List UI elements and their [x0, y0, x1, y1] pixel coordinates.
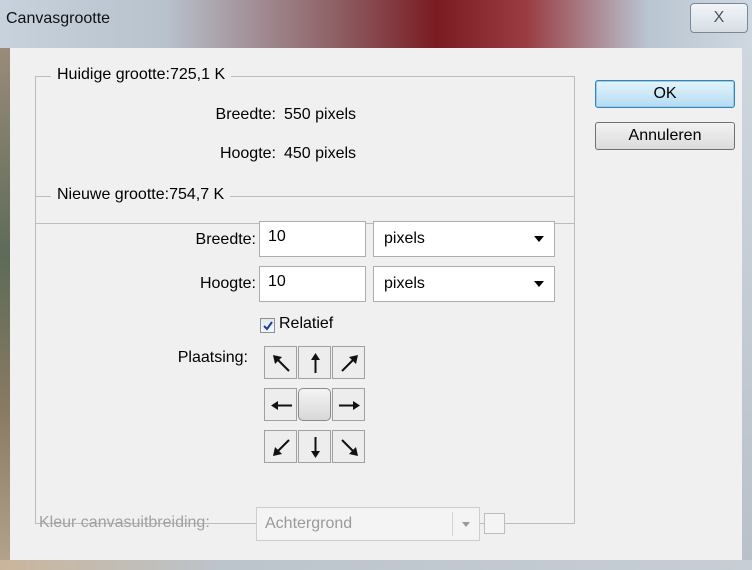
anchor-label: Plaatsing:	[177, 349, 248, 366]
window-frame-bottom	[0, 560, 752, 570]
arrow-down-left-icon	[273, 439, 290, 456]
window-frame-right	[742, 48, 752, 570]
new-width-input[interactable]: 10	[259, 221, 366, 257]
arrow-up-left-icon	[273, 355, 290, 372]
current-height-value: 450 pixels	[284, 145, 357, 162]
select-divider	[452, 512, 453, 536]
title-bar[interactable]: Canvasgrootte X	[0, 0, 752, 48]
ok-button[interactable]: OK	[595, 80, 735, 108]
arrow-down-right-icon	[341, 439, 358, 456]
cancel-button[interactable]: Annuleren	[595, 122, 735, 150]
arrow-left-icon	[271, 401, 292, 410]
new-height-input[interactable]: 10	[259, 266, 366, 302]
arrow-down-icon	[311, 437, 320, 458]
new-height-unit-value: pixels	[384, 275, 425, 292]
current-height-label: Hoogte:	[219, 145, 276, 162]
chevron-down-icon	[462, 522, 470, 527]
anchor-bottom[interactable]	[298, 430, 331, 463]
cancel-button-label: Annuleren	[628, 127, 702, 144]
chevron-down-icon	[534, 281, 544, 287]
anchor-right[interactable]	[332, 388, 365, 421]
current-width-label: Breedte:	[215, 106, 276, 123]
anchor-left[interactable]	[264, 388, 297, 421]
relative-checkbox[interactable]	[260, 318, 275, 333]
anchor-grid	[264, 346, 366, 464]
current-width-value: 550 pixels	[284, 106, 357, 123]
anchor-top-left[interactable]	[264, 346, 297, 379]
anchor-bottom-left[interactable]	[264, 430, 297, 463]
ok-button-label: OK	[653, 85, 677, 102]
close-button[interactable]: X	[690, 3, 748, 33]
extension-color-select[interactable]: Achtergrond	[256, 507, 480, 541]
dialog-body: Huidige grootte:725,1 K Breedte: 550 pix…	[10, 48, 742, 560]
new-height-unit-select[interactable]: pixels	[373, 266, 555, 302]
window-title: Canvasgrootte	[6, 10, 111, 27]
close-icon: X	[713, 9, 725, 26]
anchor-top[interactable]	[298, 346, 331, 379]
arrow-up-icon	[311, 353, 320, 373]
chevron-down-icon	[534, 236, 544, 242]
extension-color-value: Achtergrond	[265, 515, 353, 532]
new-size-legend: Nieuwe grootte:754,7 K	[51, 186, 231, 204]
extension-color-swatch[interactable]	[484, 513, 505, 534]
new-width-unit-value: pixels	[384, 230, 425, 247]
current-size-legend: Huidige grootte:725,1 K	[51, 66, 232, 84]
new-size-group: Nieuwe grootte:754,7 K Breedte: 10 pixel…	[35, 186, 575, 524]
arrow-up-right-icon	[341, 355, 358, 372]
anchor-center[interactable]	[298, 388, 331, 421]
checkmark-icon	[263, 321, 273, 331]
arrow-right-icon	[339, 401, 360, 410]
new-width-unit-select[interactable]: pixels	[373, 221, 555, 257]
window-frame-left	[0, 48, 10, 570]
new-width-label: Breedte:	[195, 231, 256, 248]
extension-color-label: Kleur canvasuitbreiding:	[39, 514, 210, 531]
new-height-value: 10	[268, 273, 286, 290]
anchor-bottom-right[interactable]	[332, 430, 365, 463]
relative-label[interactable]: Relatief	[279, 315, 333, 333]
anchor-top-right[interactable]	[332, 346, 365, 379]
new-height-label: Hoogte:	[199, 275, 256, 292]
new-width-value: 10	[268, 228, 286, 245]
